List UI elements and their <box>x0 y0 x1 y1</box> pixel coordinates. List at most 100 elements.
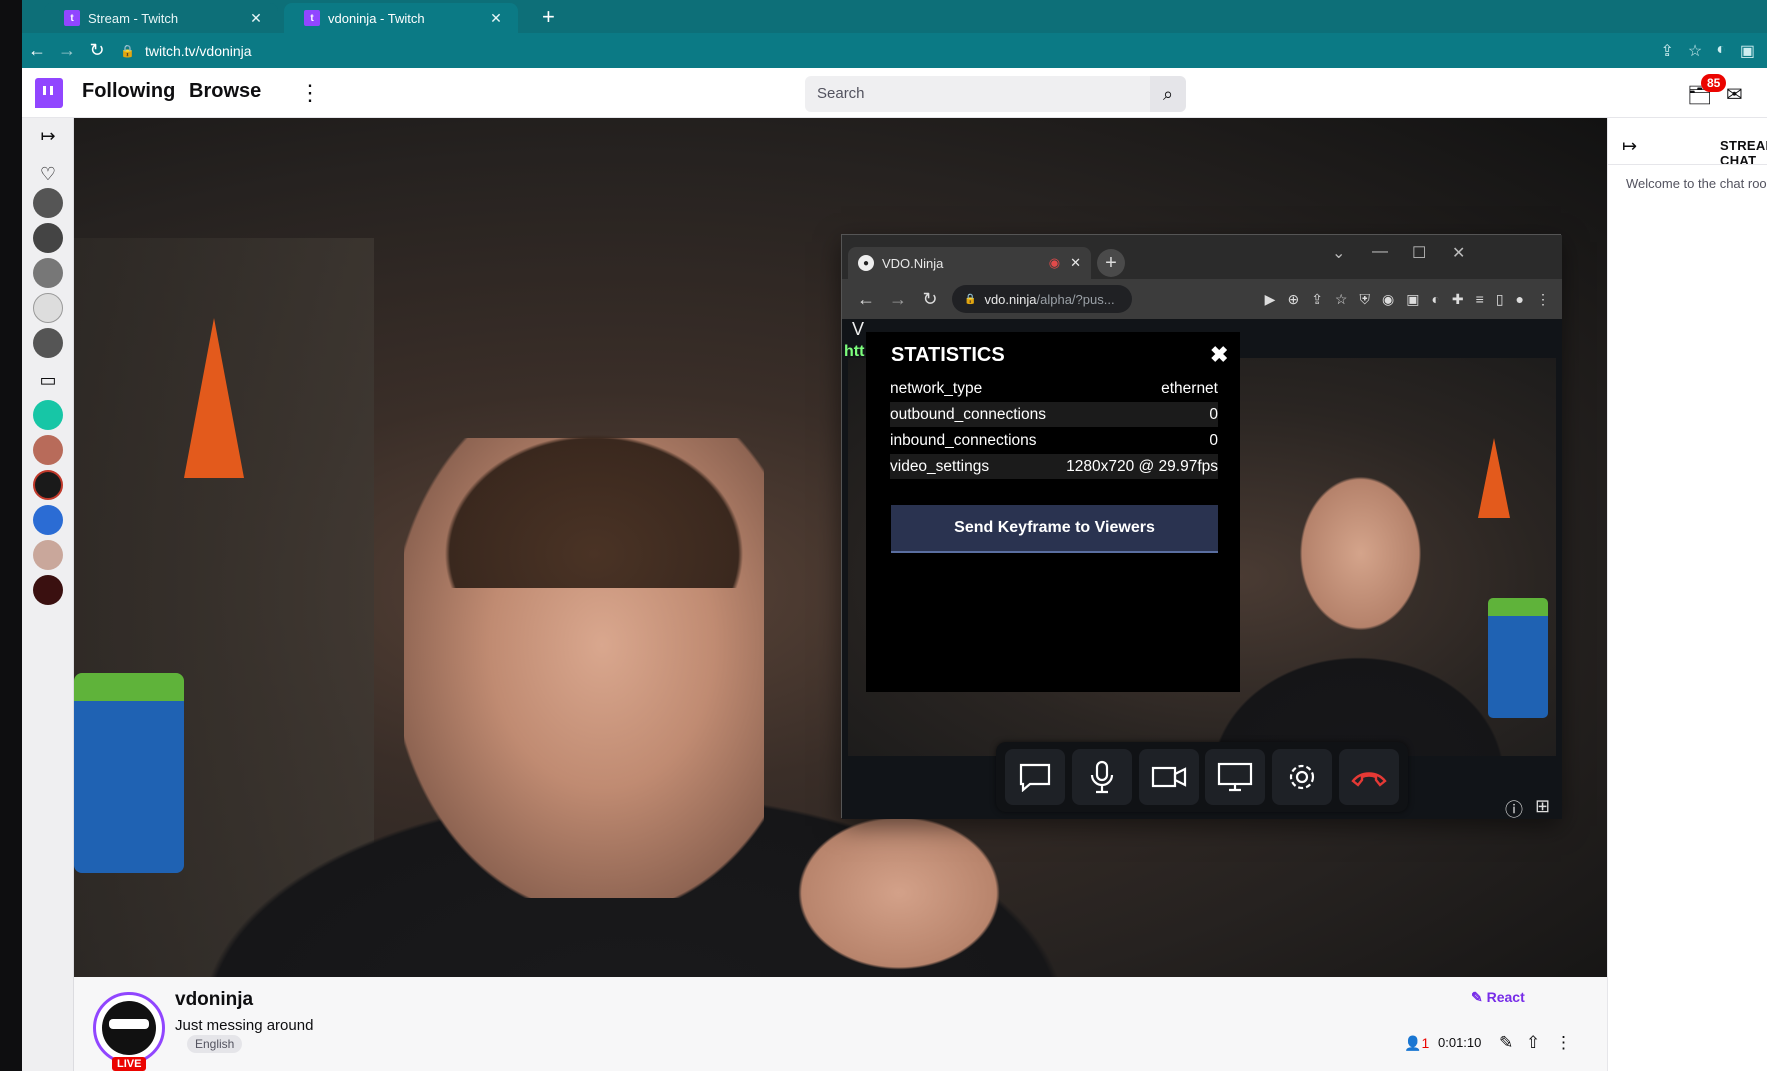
shield-icon[interactable]: ⛨ <box>1359 291 1370 308</box>
stat-row: outbound_connections 0 <box>890 402 1218 427</box>
vdo-ninja-favicon-icon: ● <box>858 255 874 271</box>
minimize-icon[interactable]: — <box>1372 243 1388 261</box>
new-tab-button[interactable]: + <box>542 6 555 28</box>
viewer-person-icon: 👤 <box>1404 1035 1422 1051</box>
extension-icon[interactable]: ◐ <box>1716 41 1726 61</box>
collapse-chat-icon[interactable]: ↦ <box>1622 136 1637 157</box>
edit-icon[interactable]: ✎ <box>1499 1033 1513 1053</box>
send-keyframe-button[interactable]: Send Keyframe to Viewers <box>891 505 1218 553</box>
vdo-tab-label: VDO.Ninja <box>882 255 944 271</box>
channel-name[interactable]: vdoninja <box>175 989 253 1011</box>
channel-avatar[interactable] <box>33 540 63 570</box>
window-edge <box>0 0 22 1071</box>
url-path: /alpha/?pus... <box>1036 291 1115 307</box>
viewer-count: 👤1 <box>1404 1035 1429 1052</box>
channel-avatar[interactable] <box>33 293 63 323</box>
channel-avatar[interactable] <box>33 505 63 535</box>
channel-avatar[interactable] <box>33 435 63 465</box>
extension-icon[interactable]: ◉ <box>1382 291 1394 308</box>
channel-avatar[interactable] <box>33 328 63 358</box>
camera-icon[interactable]: ▶ <box>1265 291 1276 308</box>
extension-icon[interactable]: ▣ <box>1406 291 1419 308</box>
media-icon[interactable]: ≡ <box>1476 291 1484 308</box>
maximize-icon[interactable]: ☐ <box>1412 243 1426 263</box>
extension-icon[interactable]: ◐ <box>1431 291 1439 308</box>
zoom-icon[interactable]: ⊕ <box>1287 291 1299 308</box>
stat-value: 0 <box>1209 405 1218 423</box>
qr-code-icon[interactable]: ⊞ <box>1535 796 1550 817</box>
bookmark-star-icon[interactable]: ☆ <box>1335 291 1348 308</box>
more-options-icon[interactable]: ⋮ <box>299 80 321 106</box>
close-tab-icon[interactable]: ✕ <box>248 10 264 27</box>
more-options-icon[interactable]: ⋮ <box>1555 1033 1572 1053</box>
help-icon[interactable]: ⓘ <box>1505 796 1523 822</box>
close-icon[interactable]: ✖ <box>1210 342 1228 368</box>
browser-toolbar: ← → ↻ 🔒 twitch.tv/vdoninja ⇪ ☆ ◐ ▣ <box>22 33 1767 68</box>
share-icon[interactable]: ⇧ <box>1526 1033 1540 1053</box>
nav-browse[interactable]: Browse <box>189 80 261 103</box>
microphone-icon <box>1090 760 1114 794</box>
channel-avatar[interactable] <box>33 400 63 430</box>
extension-badge-icon[interactable]: ▣ <box>1740 41 1755 61</box>
viewer-count-value: 1 <box>1421 1035 1430 1051</box>
twitch-favicon-icon: t <box>64 10 80 26</box>
vdo-tab[interactable]: ● VDO.Ninja ◉ ✕ <box>848 247 1091 279</box>
vdo-address-bar[interactable]: 🔒 vdo.ninja/alpha/?pus... <box>952 285 1132 313</box>
hang-up-button[interactable] <box>1338 749 1399 805</box>
more-options-icon[interactable]: ⋮ <box>1536 291 1550 308</box>
puzzle-icon[interactable]: ✚ <box>1452 291 1464 308</box>
channel-avatar[interactable] <box>33 223 63 253</box>
search-icon[interactable]: ⌕ <box>1150 76 1186 112</box>
settings-button[interactable] <box>1271 749 1332 805</box>
microphone-button[interactable] <box>1071 749 1132 805</box>
close-tab-icon[interactable]: ✕ <box>488 10 504 27</box>
stat-value: 0 <box>1209 431 1218 449</box>
vdo-tab-strip: ● VDO.Ninja ◉ ✕ + ⌄ — ☐ ✕ <box>842 235 1562 279</box>
bookmark-star-icon[interactable]: ☆ <box>1688 41 1702 61</box>
channel-avatar[interactable] <box>33 188 63 218</box>
hang-up-icon <box>1350 772 1387 787</box>
inbox-icon[interactable]: ✉ <box>1726 82 1743 107</box>
vdo-control-bar <box>996 742 1408 812</box>
twitch-favicon-icon: t <box>304 10 320 26</box>
react-button[interactable]: ✎ React <box>1471 989 1525 1006</box>
channel-avatar[interactable] <box>33 575 63 605</box>
address-text[interactable]: twitch.tv/vdoninja <box>145 43 252 59</box>
share-icon[interactable]: ⇪ <box>1660 41 1673 61</box>
reload-icon[interactable]: ↻ <box>82 40 112 61</box>
browser-tab-vdoninja[interactable]: t vdoninja - Twitch ✕ <box>284 3 518 33</box>
twitch-logo-icon[interactable] <box>35 78 63 108</box>
video-person-hair <box>424 418 764 588</box>
close-tab-icon[interactable]: ✕ <box>1070 255 1081 271</box>
address-bar[interactable]: 🔒 twitch.tv/vdoninja <box>120 43 252 59</box>
back-icon[interactable]: ← <box>22 40 52 61</box>
side-panel-icon[interactable]: ▯ <box>1496 291 1504 308</box>
screen-share-button[interactable] <box>1205 749 1266 805</box>
language-tag[interactable]: English <box>187 1035 243 1053</box>
lock-icon: 🔒 <box>964 293 977 305</box>
stat-row: network_type ethernet <box>890 376 1218 401</box>
forward-icon[interactable]: → <box>882 289 914 310</box>
twitch-top-nav: Following Browse ⋮ Search ⌕ 🗂 85 ✉ <box>22 68 1767 118</box>
browser-tab-stream[interactable]: t Stream - Twitch ✕ <box>44 3 278 33</box>
chat-button[interactable] <box>1005 749 1066 805</box>
chat-divider <box>1608 164 1767 165</box>
new-tab-button[interactable]: + <box>1097 249 1125 277</box>
share-icon[interactable]: ⇪ <box>1311 291 1323 308</box>
close-window-icon[interactable]: ✕ <box>1452 243 1465 263</box>
channel-avatar[interactable] <box>33 470 63 500</box>
back-icon[interactable]: ← <box>850 289 882 310</box>
tab-search-icon[interactable]: ⌄ <box>1332 243 1345 263</box>
chat-welcome-message: Welcome to the chat room! <box>1626 176 1767 191</box>
stat-row: video_settings 1280x720 @ 29.97fps <box>890 454 1218 479</box>
nav-following[interactable]: Following <box>82 80 175 103</box>
forward-icon[interactable]: → <box>52 40 82 61</box>
stat-key: outbound_connections <box>890 405 1046 423</box>
expand-sidebar-icon[interactable]: ↦ <box>22 126 74 147</box>
profile-avatar[interactable]: ● <box>1516 291 1524 308</box>
channel-avatar[interactable] <box>33 258 63 288</box>
camera-button[interactable] <box>1138 749 1199 805</box>
channel-avatar[interactable] <box>93 992 165 1064</box>
reload-icon[interactable]: ↻ <box>914 289 946 310</box>
search-input[interactable]: Search <box>805 76 1150 112</box>
